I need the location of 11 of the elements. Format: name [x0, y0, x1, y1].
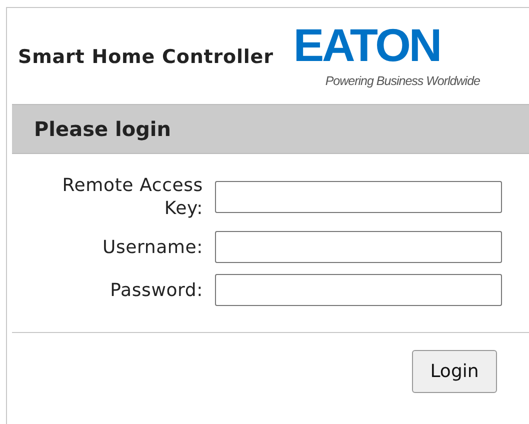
field-label: Remote Access Key:: [61, 174, 203, 220]
input-field[interactable]: [215, 231, 502, 263]
logo-tagline: Powering Business Worldwide: [325, 74, 480, 88]
logo-wordmark: EATON: [293, 24, 440, 66]
app-title: Smart Home Controller: [18, 46, 274, 68]
login-button[interactable]: Login: [412, 350, 497, 393]
panel-heading: Please login: [12, 104, 529, 154]
input-field[interactable]: [215, 181, 502, 213]
field-label: Username:: [101, 236, 203, 258]
input-field[interactable]: [215, 274, 502, 306]
field-label: Password:: [109, 278, 203, 302]
